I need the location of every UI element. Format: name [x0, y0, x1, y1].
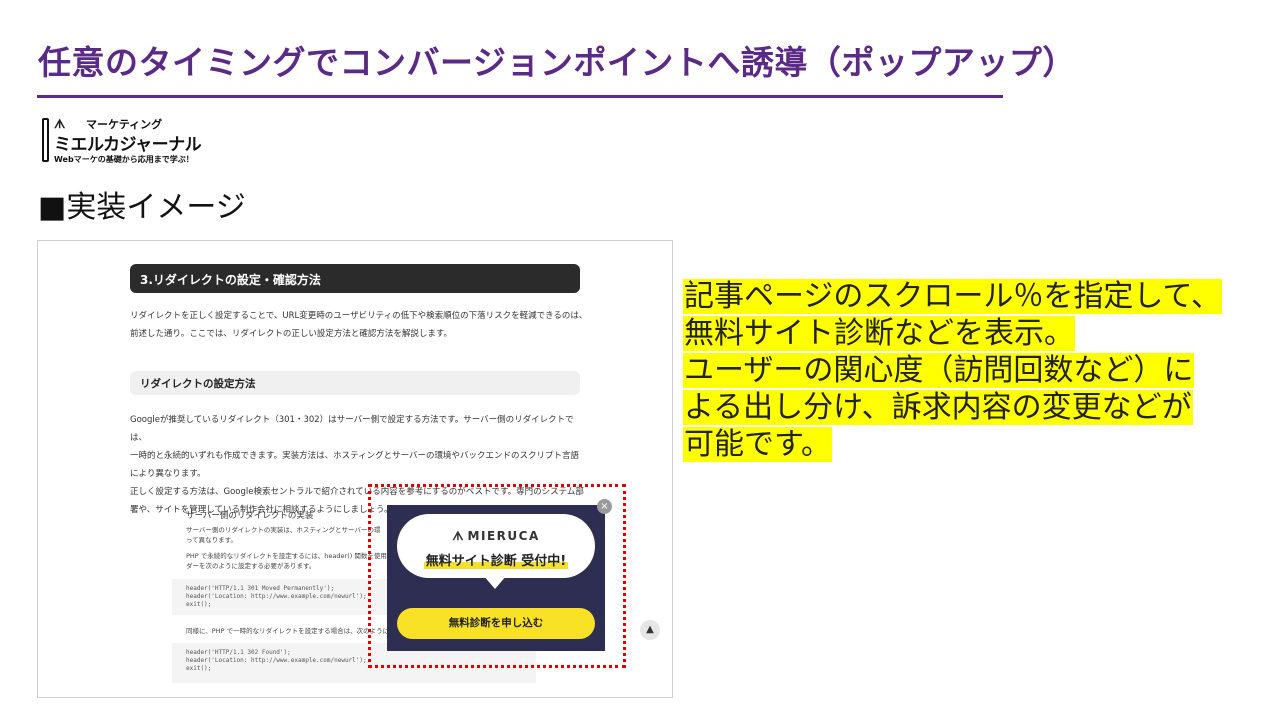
box-title: サーバー側のリダイレクトの実装: [186, 511, 314, 521]
text-line: リダイレクトを正しく設定することで、URL変更時のユーザビリティの低下や検索順位…: [130, 311, 588, 321]
code-line: exit();: [186, 665, 212, 672]
text-line: 前述した通り。ここでは、リダイレクトの正しい設定方法と確認方法を解説します。: [130, 329, 452, 339]
mieruca-popup: ᗑ MIERUCA 無料サイト診断 受付中! 無料診断を申し込む: [387, 505, 605, 651]
logo-tagline: Webマーケの基礎から応用まで学ぶ！: [54, 155, 194, 164]
section-label: ■実装イメージ: [38, 190, 246, 225]
free-diagnosis-button[interactable]: 無料診断を申し込む: [397, 608, 595, 639]
badge-text: 無料サイト診断 受付中!: [423, 554, 569, 569]
text-line: ダーを次のように設定する必要があります。: [186, 562, 316, 570]
text-line: って異なります。: [186, 536, 238, 544]
article-intro: リダイレクトを正しく設定することで、URL変更時のユーザビリティの低下や検索順位…: [130, 307, 590, 343]
popup-brand: ᗑ MIERUCA: [397, 529, 595, 544]
brand-name: MIERUCA: [467, 529, 540, 543]
title-divider: [37, 95, 1003, 98]
note-line: よる出し分け、訴求内容の変更などが: [683, 390, 1193, 425]
speech-bubble: ᗑ MIERUCA 無料サイト診断 受付中!: [397, 514, 595, 578]
article-sub-heading: リダイレクトの設定方法: [130, 371, 580, 395]
pen-icon: [42, 118, 49, 162]
article-body: Googleが推奨しているリダイレクト（301・302）はサーバー側で設定する方…: [130, 411, 590, 519]
mieruca-journal-logo: マーケティング ᗑ ミエルカジャーナル Webマーケの基礎から応用まで学ぶ！: [40, 116, 202, 170]
note-line: ユーザーの関心度（訪問回数など）に: [683, 353, 1195, 388]
slide-title: 任意のタイミングでコンバージョンポイントへ誘導（ポップアップ）: [38, 43, 1076, 82]
article-section-heading: 3.リダイレクトの設定・確認方法: [130, 264, 580, 293]
note-line: 記事ページのスクロール％を指定して、: [683, 279, 1222, 314]
explanation-note: 記事ページのスクロール％を指定して、 無料サイト診断などを表示。 ユーザーの関心…: [683, 278, 1263, 463]
speech-bubble-tail: [483, 575, 507, 589]
text-line: により異なります。: [130, 469, 206, 479]
text-line: 一時的と永続的いずれも作成できます。実装方法は、ホスティングとサーバーの環境やバ…: [130, 451, 580, 461]
cat-icon: ᗑ: [452, 529, 464, 543]
logo-main-text: ミエルカジャーナル: [54, 135, 202, 155]
text-line: 正しく設定する方法は、Google検索セントラルで紹介されている内容を参考にする…: [130, 487, 584, 497]
text-line: Googleが推奨しているリダイレクト（301・302）はサーバー側で設定する方…: [130, 415, 574, 443]
box-text: サーバー側のリダイレクトの実装は、ホスティングとサーバーの環 って異なります。: [186, 525, 396, 545]
box-text-2: PHP で永続的なリダイレクトを設定するには、header() 関数を使用 ダー…: [186, 551, 396, 571]
scroll-to-top-icon[interactable]: ▲: [640, 620, 660, 640]
note-line: 無料サイト診断などを表示。: [683, 316, 1075, 351]
popup-badge: 無料サイト診断 受付中!: [397, 550, 595, 569]
close-icon[interactable]: ×: [597, 499, 612, 514]
next-note: 同様に、PHP で一時的なリダイレクトを設定する場合は、次のように: [186, 627, 390, 635]
text-line: PHP で永続的なリダイレクトを設定するには、header() 関数を使用: [186, 552, 387, 560]
note-line: 可能です。: [683, 427, 832, 462]
code-line: header('Location: http://www.example.com…: [186, 657, 367, 664]
text-line: サーバー側のリダイレクトの実装は、ホスティングとサーバーの環: [186, 526, 381, 534]
